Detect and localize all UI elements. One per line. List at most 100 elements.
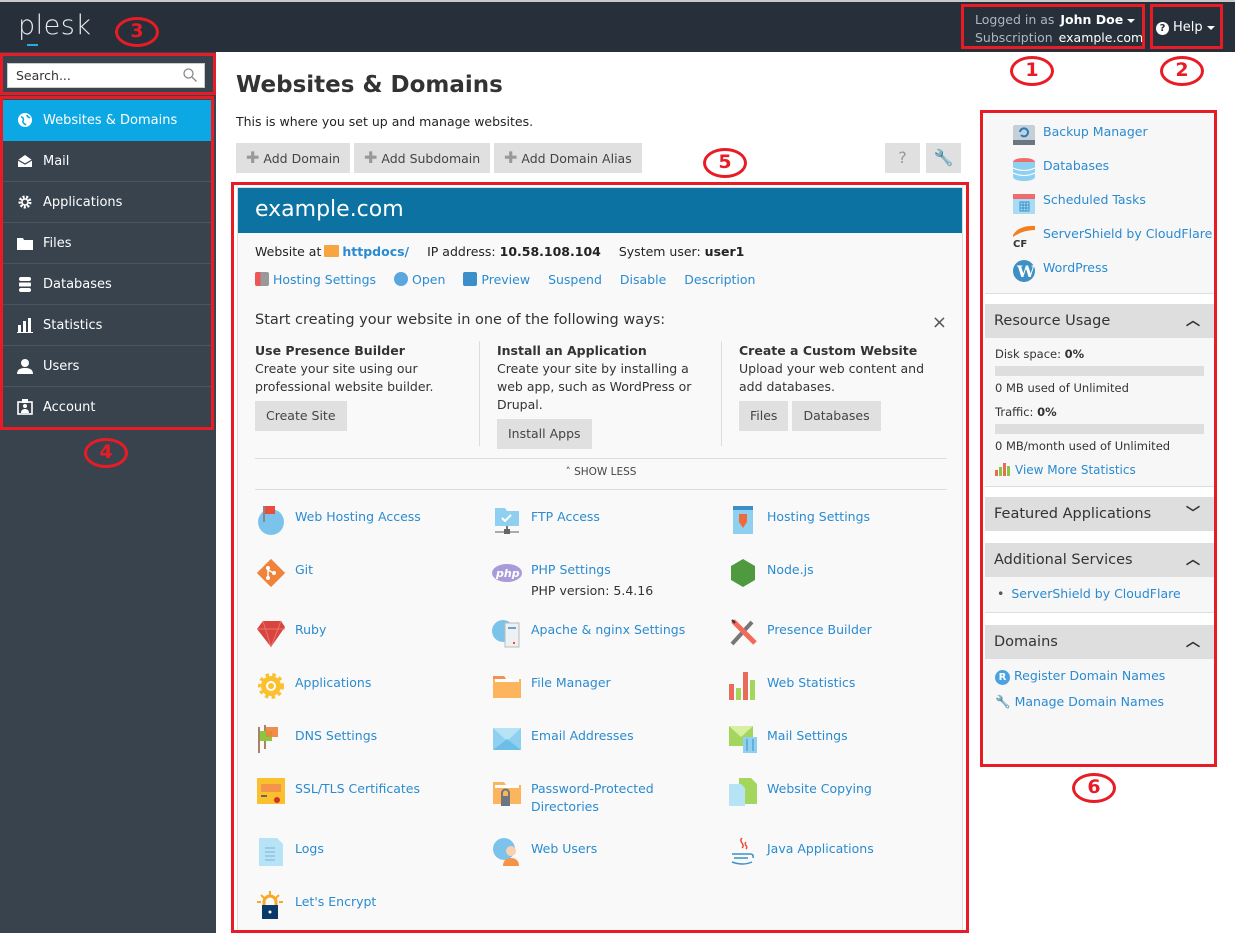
envelope-icon [16, 152, 34, 170]
preview-link[interactable]: Preview [463, 272, 530, 287]
website-copying-icon [729, 778, 757, 806]
subscription-label: Subscription [975, 30, 1053, 45]
wrench-icon: 🔧 [995, 694, 1011, 709]
java-icon [731, 837, 754, 865]
cloudflare-icon: CF [1013, 225, 1035, 249]
domains-panel: R Register Domain Names 🔧 Manage Domain Na… [985, 659, 1214, 719]
folder-icon [16, 234, 34, 252]
tool-label[interactable]: SSL/TLS Certificates [295, 780, 420, 798]
tool-label[interactable]: Hosting Settings [767, 508, 870, 526]
add-domain-button[interactable]: ✚ Add Domain [236, 143, 351, 173]
tool-label[interactable]: Web Hosting Access [295, 508, 421, 526]
resource-usage-header[interactable]: Resource Usage ︿ [985, 304, 1214, 338]
annotation-label-3: 3 [115, 17, 159, 47]
databases-link[interactable]: Databases [1012, 157, 1214, 181]
user-name[interactable]: John Doe [1060, 12, 1123, 27]
tool-label[interactable]: Logs [295, 840, 324, 858]
disable-link[interactable]: Disable [620, 272, 666, 287]
globe-flag-icon [258, 506, 284, 535]
close-icon[interactable]: × [932, 312, 947, 333]
password-directory-icon [493, 782, 521, 806]
sidebar-item-applications[interactable]: Applications [3, 182, 211, 223]
tool-label[interactable]: Apache & nginx Settings [531, 621, 685, 639]
tool-label[interactable]: Website Copying [767, 780, 872, 798]
files-button[interactable]: Files [739, 401, 789, 431]
show-less-toggle[interactable]: ˄ SHOW LESS [238, 466, 964, 478]
domain-card: example.com Website at httpdocs/ IP addre… [237, 187, 963, 933]
sidebar-item-account[interactable]: Account [3, 387, 211, 428]
open-link[interactable]: Open [394, 272, 445, 287]
email-icon [493, 728, 521, 750]
sidebar-item-databases[interactable]: Databases [3, 264, 211, 305]
plus-icon: ✚ [246, 148, 260, 167]
create-site-button[interactable]: Create Site [255, 401, 347, 431]
docroot-link[interactable]: httpdocs/ [342, 244, 409, 259]
tool-label[interactable]: DNS Settings [295, 727, 377, 745]
install-apps-button[interactable]: Install Apps [497, 419, 592, 449]
sidebar-item-mail[interactable]: Mail [3, 141, 211, 182]
databases-button[interactable]: Databases [792, 401, 881, 431]
account-menu[interactable]: Logged in as John Doe Subscription example… [975, 11, 1143, 47]
search-input[interactable]: Search... [7, 63, 205, 88]
tool-label[interactable]: Java Applications [767, 840, 874, 858]
chevron-up-icon: ︿ [1186, 313, 1200, 329]
tool-label[interactable]: Password-Protected Directories [531, 780, 671, 816]
hosting-settings-link[interactable]: Hosting Settings [255, 272, 376, 287]
featured-applications-header[interactable]: Featured Applications ﹀ [985, 497, 1214, 531]
add-domain-alias-button[interactable]: ✚ Add Domain Alias [494, 143, 642, 173]
logged-in-label: Logged in as [975, 12, 1055, 27]
tool-label[interactable]: Web Statistics [767, 674, 855, 692]
applications-gear-icon [258, 673, 284, 699]
add-subdomain-button[interactable]: ✚ Add Subdomain [354, 143, 491, 173]
backup-manager-link[interactable]: Backup Manager [1012, 123, 1214, 147]
sidebar-item-files[interactable]: Files [3, 223, 211, 264]
tool-label[interactable]: Presence Builder [767, 621, 872, 639]
tool-label[interactable]: Mail Settings [767, 727, 848, 745]
domain-actions: Hosting Settings Open Preview Suspend Di… [255, 272, 769, 287]
tool-label[interactable]: Git [295, 561, 313, 579]
statistics-icon [995, 463, 1010, 476]
subscription-value[interactable]: example.com [1059, 30, 1143, 45]
scheduled-tasks-link[interactable]: Scheduled Tasks [1012, 191, 1214, 215]
tool-label[interactable]: Applications [295, 674, 371, 692]
register-domain-names-link[interactable]: R Register Domain Names [995, 663, 1204, 689]
settings-button[interactable]: 🔧 [926, 143, 961, 173]
tool-label[interactable]: Node.js [767, 561, 814, 579]
suspend-link[interactable]: Suspend [548, 272, 602, 287]
tool-label[interactable]: File Manager [531, 674, 611, 692]
domain-name[interactable]: example.com [238, 188, 962, 233]
top-bar: plesk Logged in as John Doe Subscription e… [0, 0, 1235, 52]
database-icon [16, 275, 34, 293]
backup-icon [1013, 125, 1035, 145]
view-more-statistics-link[interactable]: View More Statistics [995, 462, 1204, 478]
tool-label[interactable]: Email Addresses [531, 727, 634, 745]
servershield-link[interactable]: CF ServerShield by CloudFlare [1012, 225, 1214, 249]
register-icon: R [995, 670, 1010, 685]
domains-header[interactable]: Domains ︿ [985, 625, 1214, 659]
additional-services-header[interactable]: Additional Services ︿ [985, 543, 1214, 577]
servershield-cloudflare-link[interactable]: ServerShield by CloudFlare [1011, 586, 1180, 601]
resource-usage-panel: Disk space: 0% 0 MB used of Unlimited Tr… [985, 338, 1214, 486]
lets-encrypt-icon [257, 891, 283, 919]
presence-builder-icon [730, 619, 757, 646]
tool-label[interactable]: FTP Access [531, 508, 600, 526]
sidebar-item-users[interactable]: Users [3, 346, 211, 387]
wordpress-link[interactable]: W WordPress [1012, 259, 1214, 283]
help-button[interactable]: ? [885, 143, 920, 173]
sidebar-item-websites-domains[interactable]: Websites & Domains [3, 100, 211, 141]
tool-label[interactable]: Web Users [531, 840, 597, 858]
ruby-icon [257, 620, 285, 648]
sidebar-item-statistics[interactable]: Statistics [3, 305, 211, 346]
plesk-logo[interactable]: plesk [18, 10, 91, 46]
tool-label[interactable]: PHP Settings [531, 561, 611, 579]
description-link[interactable]: Description [684, 272, 755, 287]
manage-domain-names-link[interactable]: 🔧 Manage Domain Names [995, 689, 1204, 715]
tool-label[interactable]: Let's Encrypt [295, 893, 376, 911]
tool-label[interactable]: Ruby [295, 621, 326, 639]
help-icon: ? [1156, 22, 1169, 35]
folder-icon [324, 245, 340, 257]
mail-settings-icon [729, 726, 757, 753]
tools-icon [255, 272, 269, 286]
open-globe-icon [394, 272, 409, 286]
help-menu[interactable]: ? Help [1156, 20, 1215, 35]
